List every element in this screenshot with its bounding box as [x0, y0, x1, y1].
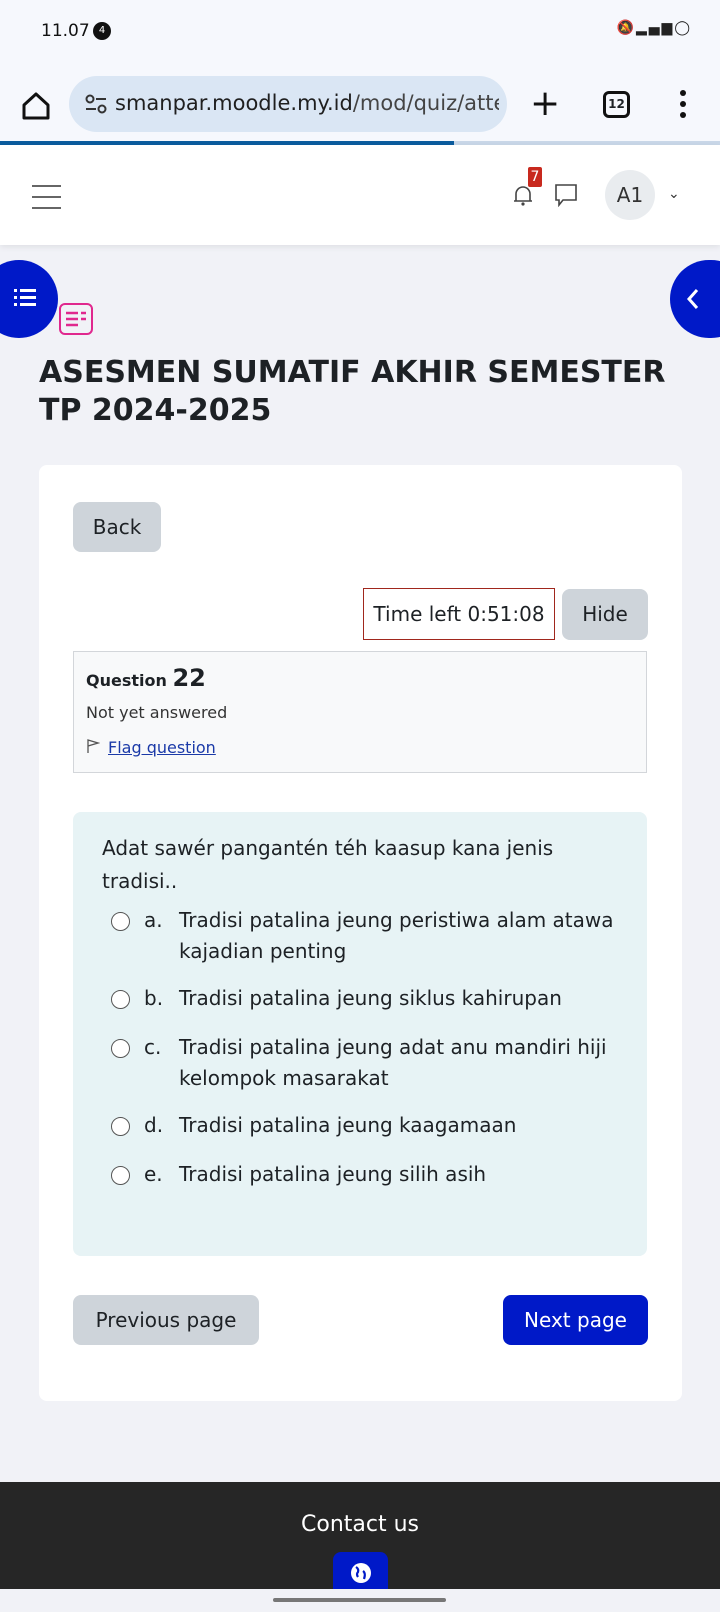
mute-icon: 🔕 — [616, 20, 637, 36]
page-title: ASESMEN SUMATIF AKHIR SEMESTER TP 2024-2… — [39, 355, 666, 428]
radio-button[interactable] — [111, 990, 130, 1009]
globe-icon — [351, 1563, 371, 1583]
radio-button[interactable] — [111, 1117, 130, 1136]
url-text: smanpar.moodle.my.id/mod/quiz/atte — [115, 91, 499, 115]
previous-page-button[interactable]: Previous page — [73, 1295, 259, 1345]
battery-icon: ◯ — [674, 20, 692, 36]
question-info: Question 22 Not yet answered Flag questi… — [73, 651, 647, 773]
hide-timer-button[interactable]: Hide — [562, 589, 648, 640]
chat-icon[interactable] — [554, 183, 578, 207]
flag-question-link[interactable]: Flag question — [86, 738, 216, 757]
quiz-timer: Time left 0:51:08 — [363, 588, 555, 640]
status-icons: 🔕▂▄▆◯ — [617, 20, 692, 36]
question-state: Not yet answered — [86, 703, 228, 722]
answer-option[interactable]: c. Tradisi patalina jeung adat anu mandir… — [111, 1032, 631, 1094]
radio-button[interactable] — [111, 912, 130, 931]
flag-icon — [87, 739, 101, 753]
next-page-button[interactable]: Next page — [503, 1295, 648, 1345]
drawer-toggle[interactable] — [670, 260, 720, 338]
new-tab-icon[interactable]: + — [530, 84, 560, 124]
status-time: 11.07 — [41, 21, 90, 41]
back-button[interactable]: Back — [73, 502, 161, 552]
radio-button[interactable] — [111, 1039, 130, 1058]
answer-option[interactable]: b. Tradisi patalina jeung siklus kahirupa… — [111, 983, 631, 1014]
chevron-down-icon[interactable]: ⌄ — [668, 186, 680, 202]
question-content: Adat sawér pangantén téh kaasup kana jen… — [73, 812, 647, 1256]
hamburger-menu-icon[interactable] — [32, 185, 61, 218]
address-bar[interactable]: smanpar.moodle.my.id/mod/quiz/atte — [69, 76, 507, 132]
more-menu-icon[interactable] — [680, 90, 686, 123]
answer-option[interactable]: a. Tradisi patalina jeung peristiwa alam … — [111, 905, 631, 967]
chevron-left-icon — [686, 289, 699, 309]
home-icon[interactable] — [20, 90, 52, 122]
quiz-icon — [59, 303, 93, 335]
list-icon — [14, 289, 36, 306]
site-settings-icon[interactable] — [85, 94, 107, 114]
signal-icon: ▂▄▆ — [636, 20, 675, 36]
notification-count-badge: 4 — [93, 22, 111, 40]
user-avatar[interactable]: A1 — [605, 170, 655, 220]
contact-us-heading: Contact us — [301, 1512, 419, 1537]
notification-badge: 7 — [528, 167, 542, 187]
radio-button[interactable] — [111, 1166, 130, 1185]
website-button[interactable] — [333, 1552, 388, 1589]
gesture-bar — [0, 1589, 720, 1612]
answer-option[interactable]: d. Tradisi patalina jeung kaagamaan — [111, 1110, 631, 1141]
answer-option[interactable]: e. Tradisi patalina jeung silih asih — [111, 1159, 631, 1190]
question-number: Question 22 — [86, 664, 206, 692]
course-index-toggle[interactable] — [0, 260, 58, 338]
question-text: Adat sawér pangantén téh kaasup kana jen… — [102, 836, 554, 893]
tab-switcher-button[interactable]: 12 — [603, 91, 630, 118]
